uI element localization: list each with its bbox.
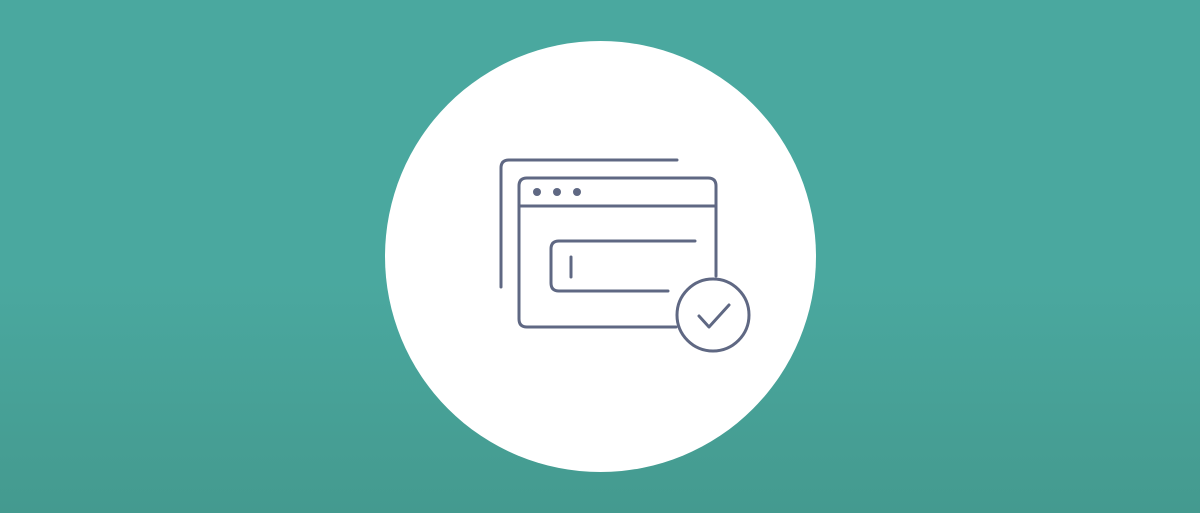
window-dot-icon: [573, 188, 581, 196]
checkmark-icon: [697, 303, 731, 329]
hero-banner: [0, 0, 1200, 513]
browser-window-frame: [517, 176, 718, 329]
window-control-dots: [533, 188, 581, 196]
window-dot-icon: [553, 188, 561, 196]
input-field-outline: [549, 239, 697, 293]
browser-form-check-icon: [499, 158, 751, 353]
window-dot-icon: [533, 188, 541, 196]
check-circle: [675, 277, 751, 353]
